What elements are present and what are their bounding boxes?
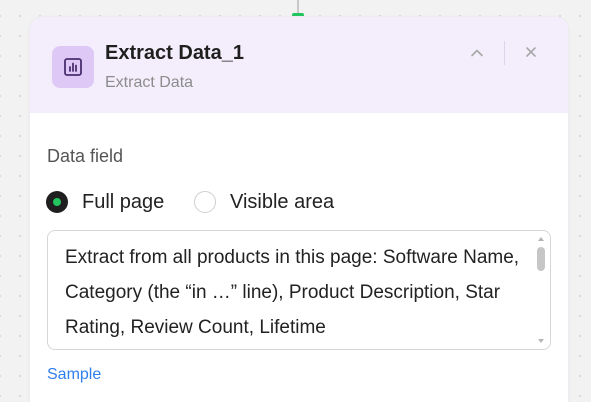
- node-header: Extract Data_1 Extract Data: [30, 17, 568, 113]
- radio-full-page[interactable]: Full page: [46, 189, 164, 215]
- textarea-scrollbar[interactable]: [536, 235, 546, 345]
- radio-full-page-label: Full page: [82, 190, 165, 213]
- sample-link[interactable]: Sample: [47, 366, 101, 384]
- radio-selected-indicator: [46, 191, 68, 213]
- chevron-up-icon: [471, 49, 483, 57]
- close-icon: [526, 47, 536, 57]
- extract-data-node-card: Extract Data_1 Extract Data Data field F…: [29, 16, 569, 402]
- radio-visible-area[interactable]: Visible area: [194, 189, 334, 215]
- extraction-prompt-text[interactable]: Extract from all products in this page: …: [65, 240, 535, 345]
- scroll-thumb[interactable]: [537, 247, 545, 271]
- bar-chart-icon: [52, 46, 94, 88]
- extraction-prompt-textarea[interactable]: Extract from all products in this page: …: [47, 230, 551, 350]
- node-subtitle: Extract Data: [105, 74, 194, 91]
- scroll-up-arrow-icon[interactable]: [538, 237, 544, 241]
- radio-visible-area-label: Visible area: [230, 190, 335, 213]
- collapse-button[interactable]: [465, 41, 489, 65]
- scroll-down-arrow-icon[interactable]: [538, 339, 544, 343]
- data-field-label: Data field: [47, 146, 124, 166]
- header-divider: [504, 41, 505, 65]
- radio-unselected-indicator: [194, 191, 216, 213]
- close-button[interactable]: [519, 40, 543, 64]
- node-title: Extract Data_1: [105, 42, 244, 64]
